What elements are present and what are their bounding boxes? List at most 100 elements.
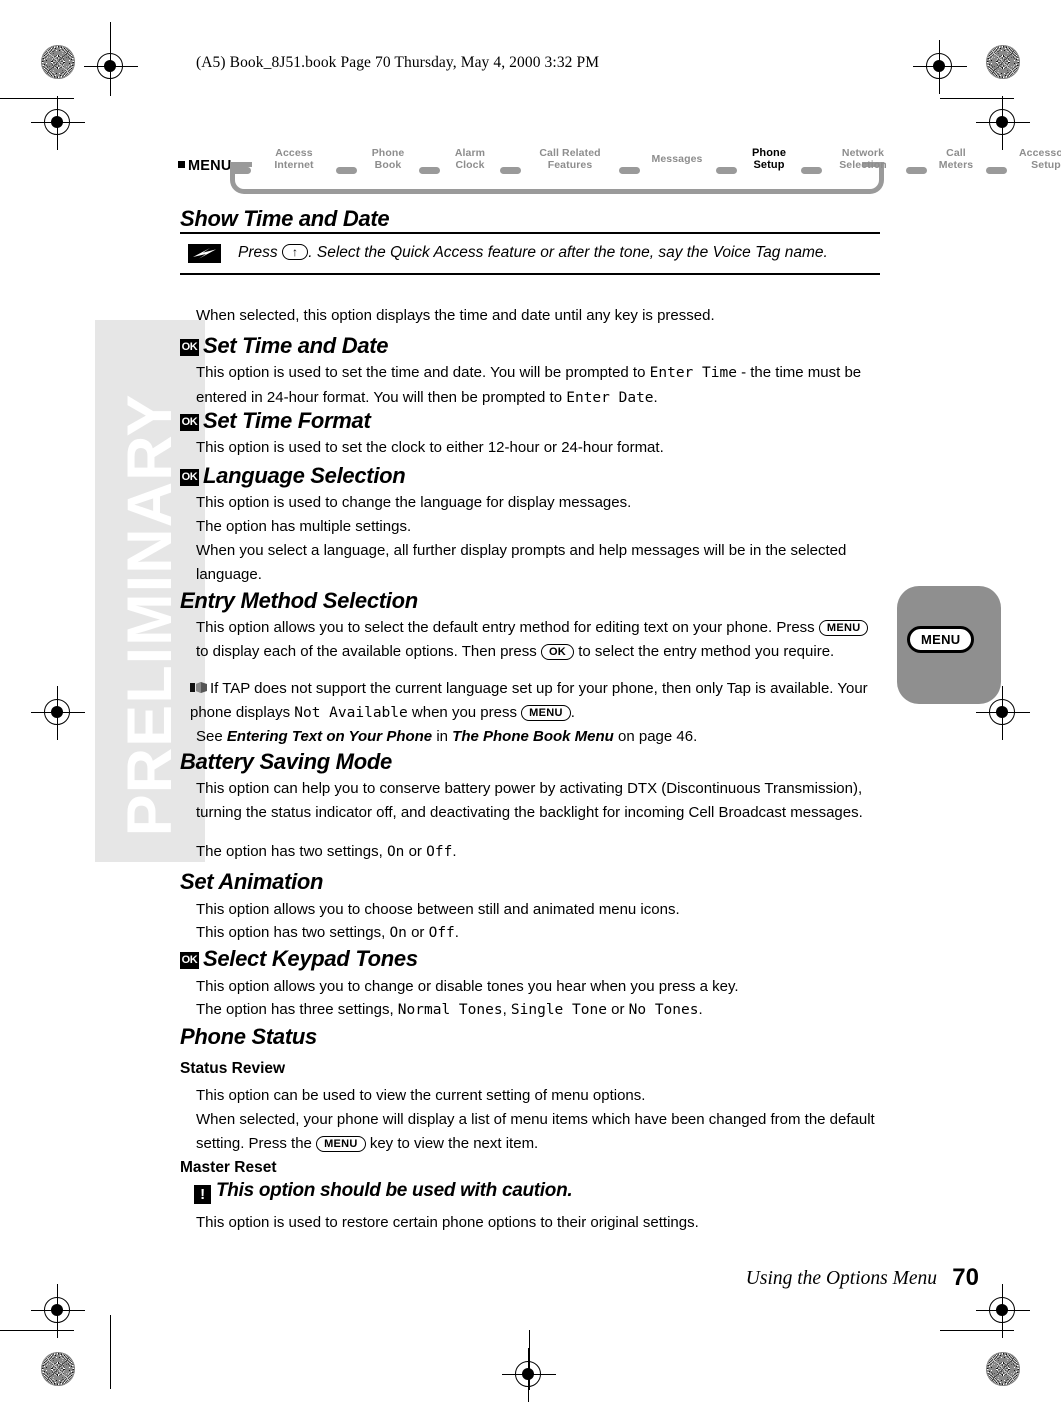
paragraph-part-c: . (653, 388, 658, 406)
lcd-text-off: Off (426, 844, 453, 860)
paragraph-keypad-tones-1: This option allows you to change or disa… (196, 978, 739, 995)
menu-path-item-line2: Selection (839, 158, 887, 171)
footer-chapter-title: Using the Options Menu (745, 1268, 937, 1289)
menu-key-icon[interactable]: MENU (316, 1135, 366, 1152)
paragraph-part-a: See (196, 728, 227, 745)
paragraph-set-time-format: This option is used to set the clock to … (196, 439, 664, 456)
heading-language-selection: OK Language Selection (180, 463, 406, 489)
paragraph-part-mid: or (406, 924, 429, 941)
menu-path-item-line2: Setup (753, 158, 785, 171)
document-page: (A5) Book_8J51.book Page 70 Thursday, Ma… (0, 0, 1061, 1428)
cross-reference-phone-book-menu[interactable]: The Phone Book Menu (452, 728, 614, 745)
lcd-text-on: On (386, 844, 405, 860)
quick-access-note: Press ↑. Select the Quick Access feature… (180, 232, 880, 276)
menu-path-connector (716, 167, 737, 174)
paragraph-part-c: to select the entry method you require. (574, 642, 835, 660)
heading-set-time-format: OK Set Time Format (180, 408, 371, 434)
paragraph-language-selection-3: When you select a language, all further … (196, 542, 847, 583)
lcd-text-off: Off (428, 925, 455, 941)
ok-badge-icon: OK (180, 469, 199, 486)
caution-badge-icon: ! (194, 1185, 211, 1204)
heading-set-time-and-date: OK Set Time and Date (180, 333, 389, 359)
heading-phone-status: Phone Status (180, 1024, 317, 1049)
paragraph-battery-saving-2: The option has two settings, On or Off. (196, 840, 884, 865)
ok-badge-icon: OK (180, 414, 199, 431)
lcd-text-normal-tones: Normal Tones (397, 1002, 503, 1018)
menu-path-item-line1: Call (946, 147, 966, 159)
menu-path-item-line2: Book (374, 158, 402, 171)
menu-path-label-text: MENU (188, 158, 232, 174)
menu-path-item-call-related-features[interactable]: Call Related Features (522, 147, 618, 171)
ok-badge-icon: OK (180, 952, 199, 969)
paragraph-part-end: . (454, 924, 459, 941)
menu-path-connector (500, 167, 521, 174)
menu-key-icon[interactable]: MENU (521, 704, 571, 721)
menu-path-item-line2: Internet (274, 158, 314, 171)
menu-key-icon[interactable]: MENU (907, 626, 975, 653)
paragraph-part-b: in (432, 728, 453, 745)
paragraph-part-a: This option has two settings, (196, 924, 390, 941)
lcd-text-enter-date: Enter Date (566, 389, 654, 406)
menu-path-item-line2: Clock (455, 158, 485, 171)
menu-path-item-line1: Phone (751, 147, 787, 159)
menu-path-item-line1: Network (841, 147, 885, 159)
menu-path-item-alarm-clock[interactable]: Alarm Clock (441, 147, 499, 171)
up-arrow-key-icon[interactable]: ↑ (281, 244, 309, 261)
paragraph-set-animation-2: This option has two settings, On or Off. (196, 921, 884, 946)
paragraph-set-time-and-date: This option is used to set the time and … (196, 361, 886, 410)
paragraph-part-end: . (452, 843, 457, 860)
caution-statement: ! This option should be used with caution… (194, 1180, 573, 1204)
paragraph-part-a: This option allows you to select the def… (196, 619, 819, 636)
ok-key-icon[interactable]: OK (540, 643, 575, 660)
paragraph-sep-2: or (606, 1001, 629, 1018)
heading-master-reset: Master Reset (180, 1159, 277, 1176)
heading-set-animation: Set Animation (180, 869, 324, 894)
menu-path-item-line1: Call Related (539, 147, 601, 159)
heading-show-time-and-date: Show Time and Date (180, 206, 390, 231)
menu-path-item-line2: Features (547, 158, 593, 171)
menu-key-icon[interactable]: MENU (818, 620, 869, 636)
paragraph-part-c: on page 46. (613, 728, 698, 745)
paragraph-part-end: . (698, 1001, 703, 1018)
footer-page-number: 70 (952, 1264, 979, 1291)
heading-text: Select Keypad Tones (203, 946, 418, 971)
menu-path-item-call-meters[interactable]: Call Meters (928, 147, 984, 171)
paragraph-master-reset: This option is used to restore certain p… (196, 1214, 699, 1231)
lcd-text-single-tone: Single Tone (510, 1002, 607, 1018)
menu-path-item-phone-setup[interactable]: Phone Setup (738, 147, 800, 171)
quick-access-note-text: Press ↑. Select the Quick Access feature… (238, 241, 874, 264)
menu-path-item-network-selection[interactable]: Network Selection (821, 147, 905, 171)
paragraph-part-a: The option has three settings, (196, 1001, 398, 1018)
paragraph-entry-method-1: This option allows you to select the def… (196, 616, 878, 663)
menu-path-item-accessory-setup[interactable]: Accessory Setup (1006, 147, 1061, 171)
lcd-text-on: On (389, 925, 407, 941)
paragraph-sep-1: , (502, 1001, 511, 1018)
menu-path-item-messages[interactable]: Messages (641, 153, 713, 166)
menu-path-item-access-internet[interactable]: Access Internet (254, 147, 334, 171)
heading-status-review: Status Review (180, 1060, 286, 1077)
paragraph-part-b: when you press (407, 703, 522, 721)
note-pointer-icon (190, 679, 209, 694)
menu-path-connector (986, 167, 1007, 174)
note-rule-bottom (180, 273, 880, 276)
paragraph-entry-method-2: If TAP does not support the current lang… (190, 677, 882, 725)
caution-text: This option should be used with caution. (216, 1180, 573, 1201)
menu-path-item-line2: Setup (1031, 158, 1061, 171)
cross-reference-entering-text[interactable]: Entering Text on Your Phone (227, 728, 432, 745)
paragraph-language-selection-2: The option has multiple settings. (196, 518, 412, 535)
paragraph-part-b: key to view the next item. (365, 1134, 539, 1152)
paragraph-keypad-tones-2: The option has three settings, Normal To… (196, 998, 896, 1023)
menu-path-item-phone-book[interactable]: Phone Book (358, 147, 418, 171)
menu-bullet-icon (178, 161, 185, 168)
heading-text: Set Time Format (203, 408, 371, 433)
quick-access-note-body: . Select the Quick Access feature or aft… (308, 244, 828, 262)
side-tab-menu[interactable]: MENU (897, 586, 1001, 704)
heading-select-keypad-tones: OK Select Keypad Tones (180, 946, 418, 972)
paragraph-set-animation-1: This option allows you to choose between… (196, 901, 680, 918)
file-info-stamp: (A5) Book_8J51.book Page 70 Thursday, Ma… (196, 54, 600, 71)
menu-path-connector (619, 167, 640, 174)
paragraph-part-c: . (570, 703, 575, 721)
menu-path-item-line1: Messages (651, 153, 703, 165)
menu-path-breadcrumb: MENU Access Internet Phone Book Alarm Cl… (178, 147, 1061, 196)
menu-path-item-line1: Alarm (454, 147, 486, 159)
